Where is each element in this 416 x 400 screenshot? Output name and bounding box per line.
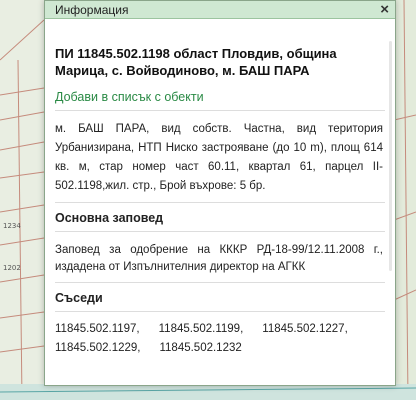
close-icon[interactable]: × <box>380 2 389 17</box>
parcel-description: м. БАШ ПАРА, вид собств. Частна, вид тер… <box>55 123 383 192</box>
neighbor-link[interactable]: 11845.502.1232 <box>159 339 241 358</box>
add-to-list-link[interactable]: Добави в списък с обекти <box>55 90 395 104</box>
neighbor-link[interactable]: 11845.502.1197, <box>55 320 140 339</box>
order-section-title: Основна заповед <box>55 211 164 225</box>
parcel-label: 1202 <box>3 264 21 272</box>
parcel-heading: ПИ 11845.502.1198 област Пловдив, община… <box>55 46 337 78</box>
divider <box>55 202 385 203</box>
popup-title: Информация <box>55 2 129 17</box>
popup-content: ПИ 11845.502.1198 област Пловдив, община… <box>45 45 395 358</box>
neighbors-title: Съседи <box>55 291 103 305</box>
neighbor-link[interactable]: 11845.502.1227, <box>262 320 347 339</box>
neighbor-link[interactable]: 11845.502.1229, <box>55 339 140 358</box>
divider <box>55 110 385 111</box>
info-popup: Информация × ПИ 11845.502.1198 област Пл… <box>44 0 396 386</box>
divider <box>55 231 385 232</box>
popup-scrollbar[interactable] <box>389 41 392 271</box>
order-text: Заповед за одобрение на КККР РД-18-99/12… <box>55 244 383 273</box>
parcel-label: 1234 <box>3 222 21 230</box>
neighbor-link[interactable]: 11845.502.1199, <box>159 320 244 339</box>
divider <box>55 311 385 312</box>
neighbors-list: 11845.502.1197, 11845.502.1199, 11845.50… <box>55 320 395 358</box>
popup-titlebar: Информация × <box>45 1 395 19</box>
divider <box>55 282 385 283</box>
